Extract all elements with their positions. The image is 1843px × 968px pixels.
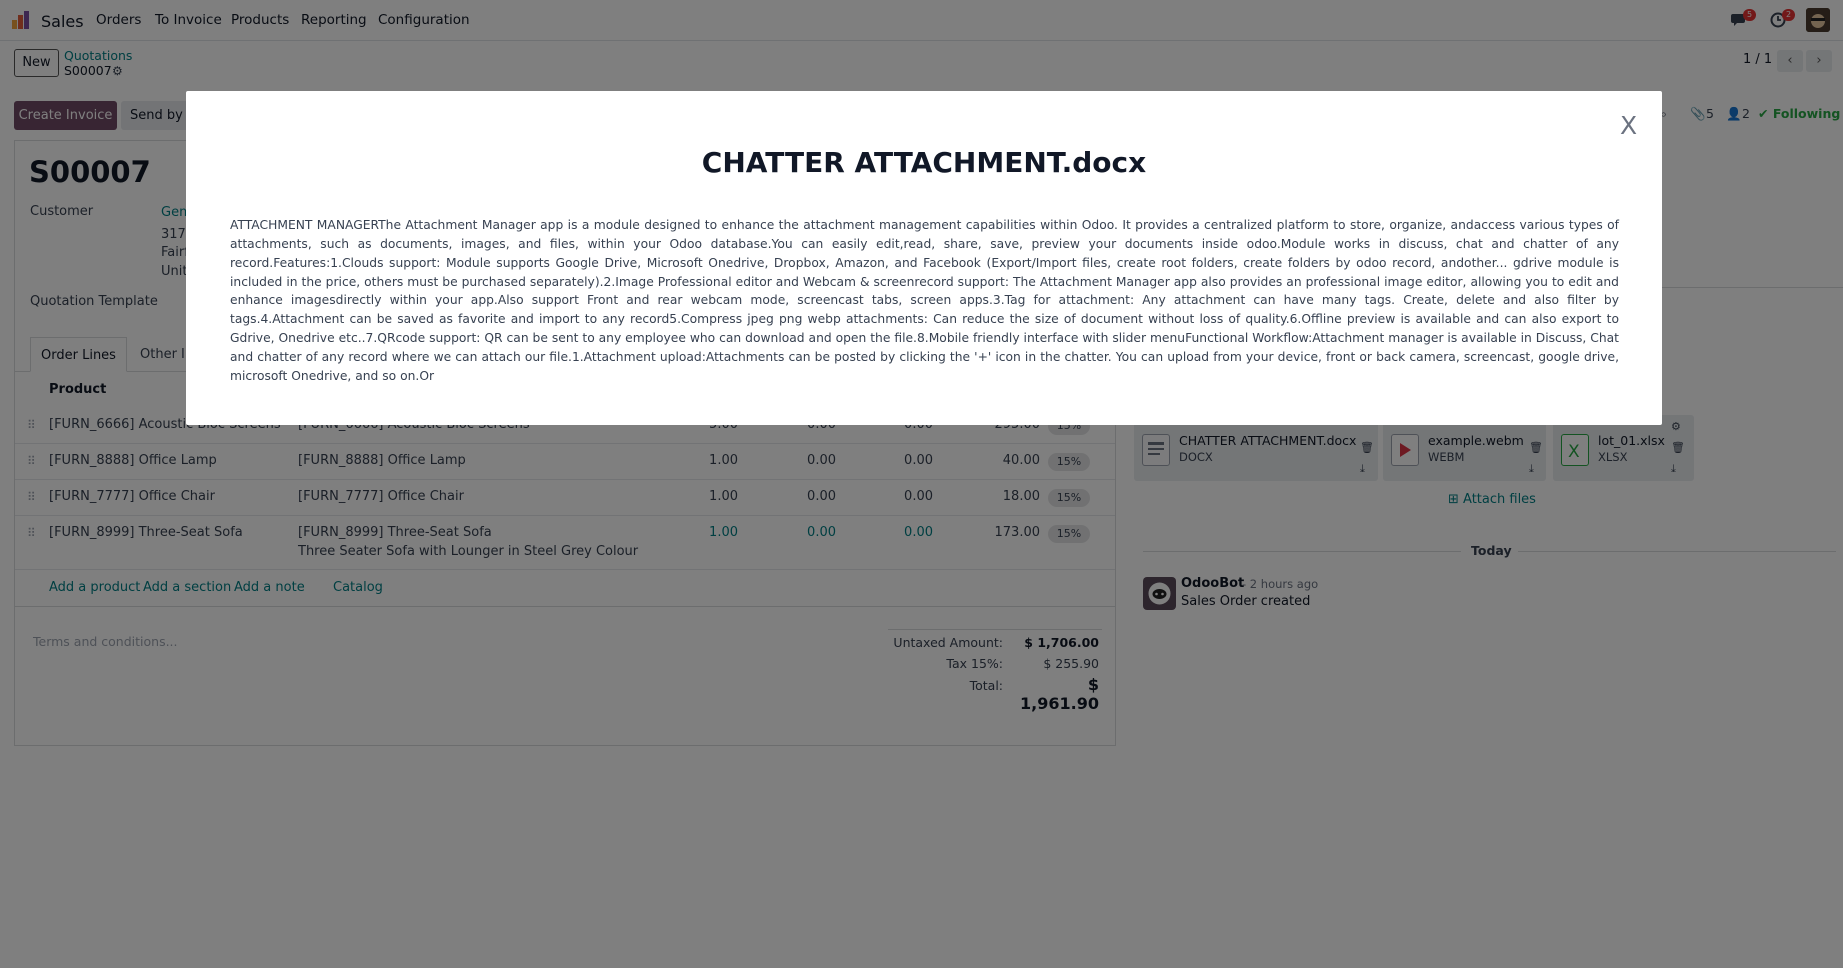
attachment-preview-dialog: X CHATTER ATTACHMENT.docx ATTACHMENT MAN… bbox=[186, 91, 1662, 425]
close-button[interactable]: X bbox=[1620, 111, 1637, 140]
document-content: ATTACHMENT MANAGERThe Attachment Manager… bbox=[230, 218, 1619, 383]
dialog-title: CHATTER ATTACHMENT.docx bbox=[701, 146, 1147, 179]
